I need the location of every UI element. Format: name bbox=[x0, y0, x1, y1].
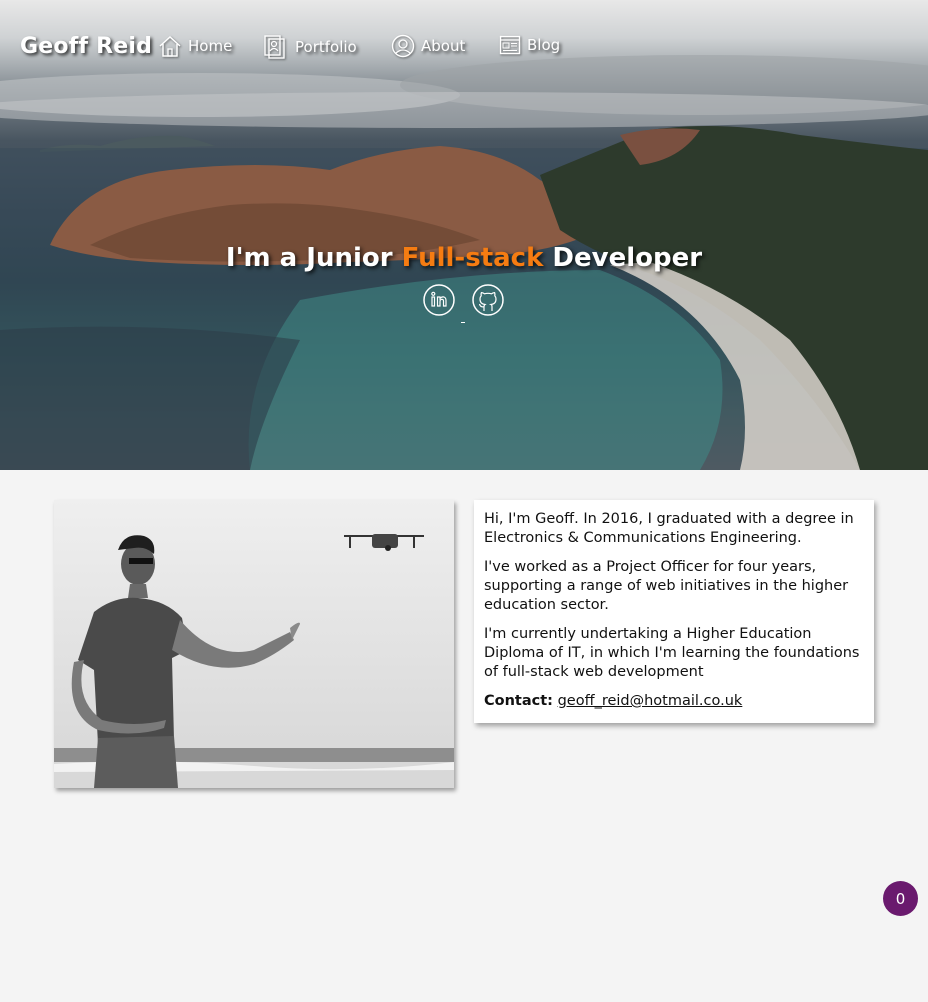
about-card: Hi, I'm Geoff. In 2016, I graduated with… bbox=[474, 500, 874, 723]
hero-headline: I'm a Junior Full-stack Developer bbox=[0, 243, 928, 273]
nav-blog-label: Blog bbox=[527, 36, 561, 54]
top-navigation: Geoff Reid Home Portfolio About Blog bbox=[0, 30, 928, 66]
nav-blog[interactable]: Blog bbox=[499, 34, 560, 56]
headline-prefix: I'm a Junior bbox=[225, 243, 402, 273]
nav-about[interactable]: About bbox=[391, 34, 465, 58]
user-icon bbox=[391, 34, 415, 58]
about-paragraph: Hi, I'm Geoff. In 2016, I graduated with… bbox=[484, 511, 854, 546]
profile-photo-image bbox=[54, 500, 454, 788]
linkedin-link[interactable] bbox=[423, 284, 455, 316]
coastline-background-image bbox=[0, 55, 928, 470]
counter-badge[interactable]: 0 bbox=[883, 881, 918, 916]
site-brand[interactable]: Geoff Reid bbox=[20, 34, 152, 59]
portfolio-icon bbox=[264, 35, 285, 59]
about-paragraph: I'm currently undertaking a Higher Educa… bbox=[484, 626, 860, 680]
hero-divider bbox=[461, 322, 465, 323]
nav-home[interactable]: Home bbox=[158, 34, 232, 58]
nav-portfolio[interactable]: Portfolio bbox=[263, 34, 357, 60]
contact-line: Contact: geoff_reid@hotmail.co.uk bbox=[484, 692, 864, 711]
hero-banner: Geoff Reid Home Portfolio About Blog I'm… bbox=[0, 0, 928, 470]
linkedin-icon bbox=[423, 284, 455, 316]
github-icon bbox=[472, 284, 504, 316]
headline-suffix: Developer bbox=[543, 243, 703, 273]
home-icon bbox=[159, 35, 181, 57]
contact-label: Contact: bbox=[484, 693, 553, 709]
nav-home-label: Home bbox=[188, 37, 233, 55]
contact-email-link[interactable]: geoff_reid@hotmail.co.uk bbox=[558, 693, 743, 709]
blog-icon bbox=[499, 35, 521, 55]
about-paragraph: I've worked as a Project Officer for fou… bbox=[484, 559, 849, 613]
nav-about-label: About bbox=[421, 37, 466, 55]
nav-portfolio-label: Portfolio bbox=[295, 38, 357, 56]
github-link[interactable] bbox=[472, 284, 504, 316]
profile-photo bbox=[54, 500, 454, 788]
headline-accent: Full-stack bbox=[401, 243, 544, 273]
